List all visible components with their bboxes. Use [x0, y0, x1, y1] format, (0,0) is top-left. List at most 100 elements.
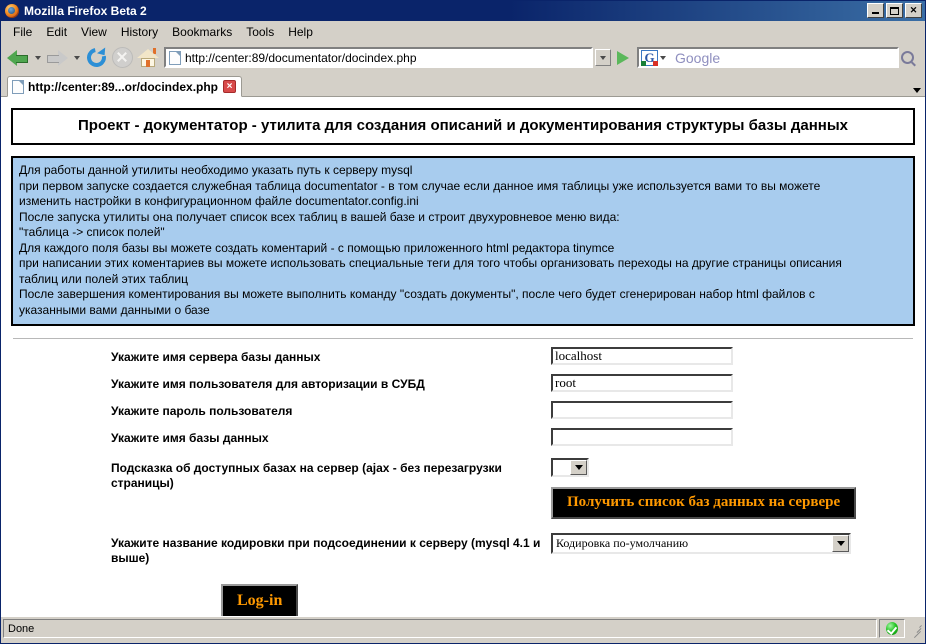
forward-arrow-icon: [46, 49, 68, 67]
chevron-down-icon: [570, 460, 587, 475]
form-row-db-user: Укажите имя пользователя для авторизации…: [111, 374, 915, 398]
search-area: G Google: [637, 47, 921, 68]
login-row: Log-in: [111, 566, 915, 616]
form-row-db-hint: Подсказка об доступных базах на сервер (…: [111, 458, 915, 519]
label-db-server: Укажите имя сервера базы данных: [111, 350, 321, 364]
url-bar[interactable]: http://center:89/documentator/docindex.p…: [164, 47, 593, 68]
url-history-dropdown[interactable]: [595, 49, 611, 66]
close-icon: ✕: [909, 5, 918, 15]
reload-button[interactable]: [82, 44, 110, 71]
info-line: таблиц или полей этих таблиц: [19, 271, 188, 286]
google-logo-icon: G: [641, 49, 658, 66]
go-button[interactable]: [612, 47, 634, 69]
page-title: Проект - документатор - утилита для созд…: [78, 117, 848, 134]
close-button[interactable]: ✕: [905, 3, 922, 18]
window-titlebar: Mozilla Firefox Beta 2 ✕: [1, 1, 925, 21]
page-viewport: Проект - документатор - утилита для созд…: [1, 97, 925, 616]
chevron-down-icon: [73, 55, 80, 60]
tab-list-icon[interactable]: [913, 88, 921, 93]
form-row-db-server: Укажите имя сервера базы данных: [111, 347, 915, 371]
maximize-button[interactable]: [886, 3, 903, 18]
menubar: File Edit View History Bookmarks Tools H…: [1, 21, 925, 42]
tab-strip: http://center:89...or/docindex.php ×: [1, 73, 925, 97]
db-server-input[interactable]: [551, 347, 733, 365]
page-content: Проект - документатор - утилита для созд…: [1, 97, 925, 616]
menu-file[interactable]: File: [6, 23, 39, 41]
firefox-icon: [4, 3, 20, 19]
window-title: Mozilla Firefox Beta 2: [24, 4, 147, 18]
search-input[interactable]: Google: [671, 50, 897, 66]
home-button[interactable]: [135, 45, 161, 71]
menu-history[interactable]: History: [114, 23, 165, 41]
page-title-box: Проект - документатор - утилита для созд…: [11, 108, 915, 145]
label-db-hint: Подсказка об доступных базах на сервер (…: [111, 461, 502, 490]
search-go-button[interactable]: [899, 45, 921, 71]
charset-select[interactable]: Кодировка по-умолчанию: [551, 533, 851, 554]
menu-edit[interactable]: Edit: [39, 23, 74, 41]
info-box: Для работы данной утилиты необходимо ука…: [11, 156, 915, 326]
info-line: После запуска утилиты она получает списо…: [19, 209, 620, 224]
go-icon: [617, 50, 629, 65]
navigation-toolbar: http://center:89/documentator/docindex.p…: [1, 42, 925, 73]
resize-grip[interactable]: [907, 619, 923, 639]
green-check-icon: [886, 622, 898, 635]
info-line: Для работы данной утилиты необходимо ука…: [19, 163, 413, 177]
login-button[interactable]: Log-in: [221, 584, 299, 616]
stop-button[interactable]: [109, 45, 135, 71]
db-hint-select[interactable]: [551, 458, 589, 477]
menu-help[interactable]: Help: [281, 23, 320, 41]
db-user-input[interactable]: [551, 374, 733, 392]
menu-view[interactable]: View: [74, 23, 114, 41]
back-button[interactable]: [5, 45, 31, 71]
chevron-down-icon: [832, 535, 849, 552]
info-line: изменить настройки в конфигурационном фа…: [19, 194, 419, 208]
search-engine-dropdown-icon[interactable]: [660, 55, 666, 60]
chevron-down-icon: [34, 55, 41, 60]
label-db-user: Укажите имя пользователя для авторизации…: [111, 377, 425, 391]
forward-button[interactable]: [44, 45, 70, 71]
info-line: Для каждого поля базы вы можете создать …: [19, 240, 615, 255]
forward-dropdown-button[interactable]: [70, 45, 83, 71]
charset-select-value: Кодировка по-умолчанию: [556, 536, 689, 550]
menu-bookmarks[interactable]: Bookmarks: [165, 23, 239, 41]
status-bar: Done: [1, 616, 925, 640]
url-text: http://center:89/documentator/docindex.p…: [185, 50, 417, 65]
get-databases-button[interactable]: Получить список баз данных на сервере: [551, 487, 857, 519]
menu-tools[interactable]: Tools: [239, 23, 281, 41]
chevron-down-icon: [600, 55, 606, 60]
status-text: Done: [8, 622, 35, 635]
back-dropdown-button[interactable]: [31, 45, 44, 71]
window-controls: ✕: [867, 3, 922, 18]
tab-close-icon[interactable]: ×: [223, 80, 237, 93]
page-icon: [12, 79, 24, 94]
page-icon: [169, 50, 181, 65]
status-panel: Done: [3, 619, 877, 638]
search-engine-letter: G: [644, 49, 655, 65]
browser-window: Mozilla Firefox Beta 2 ✕ File Edit View …: [0, 0, 926, 644]
home-icon: [137, 47, 159, 68]
form-row-charset: Укажите название кодировки при подсоедин…: [111, 533, 915, 566]
search-bar[interactable]: G Google: [637, 47, 899, 68]
form-row-db-password: Укажите пароль пользователя: [111, 401, 915, 425]
stop-icon: [111, 47, 133, 68]
section-divider: [13, 338, 913, 339]
form-row-db-name: Укажите имя базы данных: [111, 428, 915, 452]
label-db-password: Укажите пароль пользователя: [111, 404, 293, 418]
info-line: при первом запуске создается служебная т…: [19, 178, 821, 193]
magnifier-icon: [900, 51, 914, 64]
db-name-input[interactable]: [551, 428, 733, 446]
label-charset: Укажите название кодировки при подсоедин…: [111, 536, 541, 565]
db-password-input[interactable]: [551, 401, 733, 419]
info-line: "таблица -> список полей": [19, 225, 165, 239]
security-indicator[interactable]: [879, 619, 905, 638]
info-line: при написании этих коментариев вы можете…: [19, 256, 842, 270]
info-line: После завершения коментирования вы может…: [19, 287, 815, 301]
minimize-button[interactable]: [867, 3, 884, 18]
tab-label: http://center:89...or/docindex.php: [28, 79, 219, 94]
info-line: указанными вами данными о базе: [19, 302, 210, 317]
label-db-name: Укажите имя базы данных: [111, 431, 269, 445]
tab-docindex[interactable]: http://center:89...or/docindex.php ×: [7, 76, 243, 97]
back-arrow-icon: [7, 49, 29, 67]
reload-icon: [82, 44, 110, 71]
connection-form: Укажите имя сервера базы данных Укажите …: [11, 347, 915, 616]
